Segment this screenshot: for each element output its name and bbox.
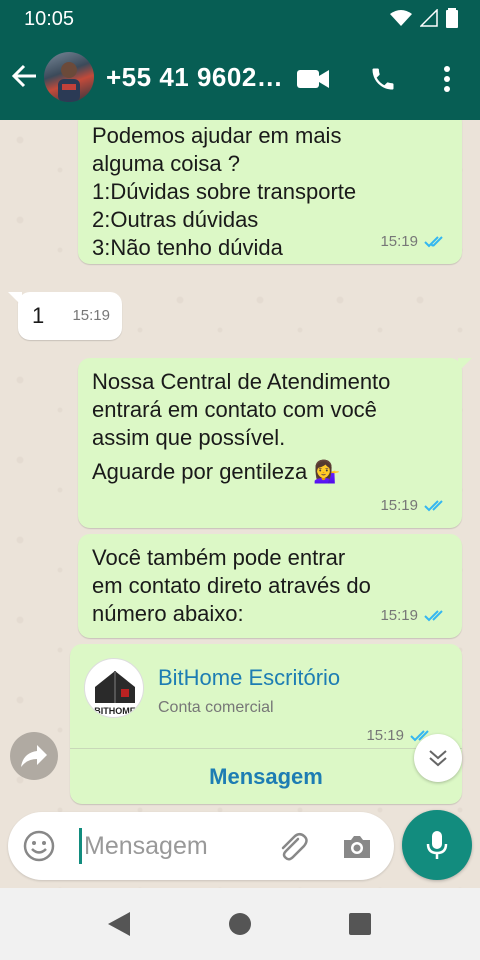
double-chevron-down-icon [429,750,447,767]
signal-icon [420,9,438,27]
forward-button[interactable] [10,732,58,780]
battery-icon [446,8,458,28]
status-icons [390,8,458,28]
status-bar: 10:05 [0,0,480,38]
message-input-bar [8,812,394,880]
read-ticks-icon [424,500,443,512]
video-call-icon[interactable] [296,62,330,96]
status-time: 10:05 [24,8,75,30]
contact-card-name: BitHome Escritório [158,665,341,690]
message-bubble-outgoing[interactable]: Podemos ajudar em mais alguma coisa ? 1:… [78,120,462,264]
emoji-icon[interactable] [22,829,56,863]
contact-card-logo: BITHOME [84,658,144,718]
message-meta: 15:19 [380,492,448,520]
message-bubble-outgoing[interactable]: Nossa Central de Atendimento entrará em … [78,358,472,528]
chat-area[interactable]: Podemos ajudar em mais alguma coisa ? 1:… [0,120,480,888]
message-meta: 15:19 [380,228,448,256]
forward-icon [21,745,47,767]
message-time: 15:19 [72,307,110,324]
read-ticks-icon [424,610,443,622]
message-meta: 15:19 [380,602,448,630]
message-time: 15:19 [380,233,418,250]
microphone-icon [426,831,448,859]
contact-card[interactable]: BITHOME BitHome Escritório Conta comerci… [70,644,462,804]
chat-header: +55 41 9602… [0,38,480,120]
contact-card-subtitle: Conta comercial [158,699,274,716]
contact-card-message-button[interactable]: Mensagem [70,749,462,804]
message-time: 15:19 [380,607,418,624]
message-meta: 15:19 [72,302,110,330]
contact-card-logo-text: BITHOME [94,706,136,716]
back-arrow-icon[interactable] [10,62,38,90]
message-input[interactable] [84,826,274,866]
message-time: 15:19 [380,497,418,514]
bubble-tail [458,358,472,372]
nav-back-icon[interactable] [108,912,130,936]
more-options-icon[interactable] [430,62,464,96]
nav-home-icon[interactable] [229,913,251,935]
attach-icon[interactable] [274,829,310,865]
contact-title[interactable]: +55 41 9602… [106,62,283,93]
nav-recents-icon[interactable] [349,913,371,935]
message-text-line: Aguarde por gentileza 💁‍♀️ [92,459,341,484]
camera-icon[interactable] [340,830,374,864]
bubble-tail [8,292,22,306]
contact-avatar[interactable] [44,52,94,102]
message-time: 15:19 [366,727,404,744]
voice-record-button[interactable] [402,810,472,880]
text-cursor [79,828,82,864]
scroll-to-bottom-button[interactable] [414,734,462,782]
message-text: Nossa Central de Atendimento entrará em … [92,369,391,450]
message-text: 1 [32,303,45,328]
message-bubble-outgoing[interactable]: Você também pode entrar em contato diret… [78,534,462,638]
read-ticks-icon [424,236,443,248]
message-bubble-incoming[interactable]: 1 15:19 [8,292,122,340]
system-nav-bar [0,888,480,960]
voice-call-icon[interactable] [366,62,400,96]
wifi-icon [390,10,412,26]
